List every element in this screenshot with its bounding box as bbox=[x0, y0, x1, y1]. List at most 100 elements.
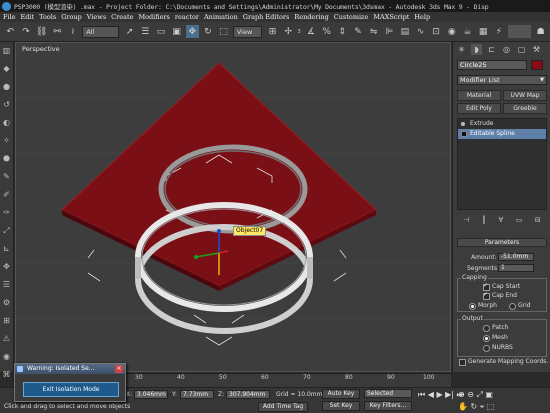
schematic-view-icon[interactable]: ⊡ bbox=[430, 25, 443, 38]
expand-box-icon[interactable] bbox=[461, 131, 467, 137]
spinner-snap-icon[interactable]: ⇕ bbox=[336, 25, 349, 38]
tool-paint-icon[interactable]: ✐ bbox=[2, 190, 12, 200]
menu-customize[interactable]: Customize bbox=[334, 13, 369, 21]
menu-reactor[interactable]: reactor bbox=[175, 13, 199, 21]
mesh-radio[interactable]: Mesh bbox=[483, 334, 508, 342]
show-end-result-icon[interactable]: ┃ bbox=[482, 216, 486, 224]
auto-key-button[interactable]: Auto Key bbox=[322, 389, 360, 399]
menu-tools[interactable]: Tools bbox=[39, 13, 56, 21]
tool-create-icon[interactable]: ▥ bbox=[2, 46, 12, 56]
menu-create[interactable]: Create bbox=[111, 13, 133, 21]
tool-cameras-icon[interactable]: ◐ bbox=[2, 118, 12, 128]
utilities-tab-icon[interactable]: ⚒ bbox=[531, 44, 542, 55]
remove-modifier-icon[interactable]: ▭ bbox=[516, 216, 523, 224]
percent-snap-icon[interactable]: % bbox=[320, 25, 333, 38]
amount-spinner[interactable]: -51.0mm bbox=[498, 253, 534, 261]
parameters-rollout[interactable]: Parameters bbox=[457, 238, 547, 247]
grid-radio[interactable]: Grid bbox=[509, 302, 531, 310]
cap-end-checkbox[interactable]: Cap End bbox=[483, 291, 517, 300]
angle-snap-icon[interactable]: ∡ bbox=[305, 25, 318, 38]
material-button[interactable]: Material bbox=[457, 90, 501, 101]
menu-file[interactable]: File bbox=[3, 13, 16, 21]
named-selection-icon[interactable]: ✎ bbox=[352, 25, 365, 38]
link-icon[interactable]: ⛓ bbox=[35, 25, 48, 38]
select-scale-icon[interactable]: ⬚ bbox=[217, 25, 230, 38]
menu-graph-editors[interactable]: Graph Editors bbox=[243, 13, 290, 21]
gen-mapping-checkbox[interactable]: Generate Mapping Coords. bbox=[459, 358, 548, 366]
selection-filter-dropdown[interactable]: All bbox=[82, 25, 120, 38]
nurbs-radio[interactable]: NURBS bbox=[483, 344, 513, 352]
tool-geometry-icon[interactable]: ● bbox=[2, 82, 12, 92]
menu-group[interactable]: Group bbox=[61, 13, 82, 21]
ref-coord-dropdown[interactable]: View bbox=[232, 25, 263, 38]
menu-help[interactable]: Help bbox=[414, 13, 430, 21]
render-setup-icon[interactable]: ☕ bbox=[461, 25, 474, 38]
tool-brush-icon[interactable]: ✑ bbox=[2, 208, 12, 218]
curve-editor-icon[interactable]: ∿ bbox=[414, 25, 427, 38]
y-coordinate-field[interactable]: 7.73mm bbox=[180, 390, 214, 399]
motion-tab-icon[interactable]: ◎ bbox=[501, 44, 512, 55]
menu-modifiers[interactable]: Modifiers bbox=[138, 13, 169, 21]
tool-measure-icon[interactable]: ⊾ bbox=[2, 244, 12, 254]
tool-list-icon[interactable]: ☰ bbox=[2, 280, 12, 290]
uvw-map-button[interactable]: UVW Map bbox=[503, 90, 547, 101]
material-editor-icon[interactable]: ◉ bbox=[445, 25, 458, 38]
perspective-viewport[interactable]: Perspective Object07 bbox=[15, 42, 451, 372]
select-rotate-icon[interactable]: ↻ bbox=[202, 25, 215, 38]
tool-cloth-icon[interactable]: ⌘ bbox=[2, 370, 12, 380]
add-time-tag-button[interactable]: Add Time Tag bbox=[258, 402, 308, 412]
snaps-toggle[interactable]: 3 bbox=[298, 29, 301, 35]
playback-controls-icon[interactable]: ⏮ ◀ ▶ ▶| ⏭ bbox=[418, 390, 464, 400]
modifier-bulb-icon[interactable] bbox=[461, 122, 465, 126]
create-tab-icon[interactable]: ✳ bbox=[456, 44, 467, 55]
align-icon[interactable]: ⊫ bbox=[383, 25, 396, 38]
tool-warn-icon[interactable]: ⚠ bbox=[2, 334, 12, 344]
morph-radio[interactable]: Morph bbox=[469, 302, 497, 310]
object-name-field[interactable]: Circle25 bbox=[457, 60, 527, 70]
key-selection-dropdown[interactable]: Selected bbox=[364, 389, 412, 398]
x-coordinate-field[interactable]: 3.046mm bbox=[134, 390, 168, 399]
key-filters-button[interactable]: Key Filters... bbox=[364, 401, 412, 411]
select-by-name-icon[interactable]: ☰ bbox=[139, 25, 152, 38]
render-production-icon[interactable]: ☗ bbox=[534, 25, 547, 38]
tool-move-icon[interactable]: ✥ bbox=[2, 262, 12, 272]
window-crossing-icon[interactable]: ▣ bbox=[170, 25, 183, 38]
make-unique-icon[interactable]: ∀ bbox=[499, 216, 504, 224]
tool-helpers-icon[interactable]: ⬣ bbox=[2, 154, 12, 164]
menu-rendering[interactable]: Rendering bbox=[294, 13, 328, 21]
tool-grid-icon[interactable]: ⊞ bbox=[2, 316, 12, 326]
layer-manager-icon[interactable]: ▤ bbox=[399, 25, 412, 38]
tool-ball-icon[interactable]: ◉ bbox=[2, 352, 12, 362]
object-color-swatch[interactable] bbox=[531, 60, 543, 70]
redo-icon[interactable]: ↷ bbox=[20, 25, 33, 38]
undo-icon[interactable]: ↶ bbox=[4, 25, 17, 38]
stack-item-extrude[interactable]: Extrude bbox=[458, 119, 546, 129]
viewport-label[interactable]: Perspective bbox=[22, 45, 60, 53]
menu-views[interactable]: Views bbox=[87, 13, 106, 21]
tool-lights-icon[interactable]: ✧ bbox=[2, 136, 12, 146]
tool-config-icon[interactable]: ⚙ bbox=[2, 298, 12, 308]
edit-poly-button[interactable]: Edit Poly bbox=[457, 103, 501, 114]
display-tab-icon[interactable]: ▢ bbox=[516, 44, 527, 55]
isolation-titlebar[interactable]: Warning: Isolated Se... × bbox=[15, 364, 125, 374]
hierarchy-tab-icon[interactable]: ⊏ bbox=[486, 44, 497, 55]
close-icon[interactable]: × bbox=[115, 365, 123, 373]
tool-cycle-icon[interactable]: ↺ bbox=[2, 100, 12, 110]
select-move-icon[interactable]: ✥ bbox=[185, 25, 199, 38]
z-coordinate-field[interactable]: 307.904mm bbox=[226, 390, 270, 399]
viewport-nav2-icon[interactable]: ✋ ↻ ⌖ ⬚ bbox=[458, 402, 494, 412]
pivot-center-icon[interactable]: ⊞ bbox=[266, 25, 279, 38]
patch-radio[interactable]: Patch bbox=[483, 324, 508, 332]
greeble-button[interactable]: Greeble bbox=[503, 103, 547, 114]
segments-spinner[interactable]: 1 bbox=[498, 264, 534, 272]
menu-animation[interactable]: Animation bbox=[204, 13, 238, 21]
menu-edit[interactable]: Edit bbox=[21, 13, 35, 21]
select-object-icon[interactable]: ➚ bbox=[123, 25, 136, 38]
render-frame-icon[interactable]: ▦ bbox=[477, 25, 490, 38]
mirror-icon[interactable]: ⇋ bbox=[367, 25, 380, 38]
select-manipulate-icon[interactable]: ✢ bbox=[282, 25, 295, 38]
exit-isolation-button[interactable]: Exit Isolation Mode bbox=[23, 382, 119, 397]
render-type-dropdown-icon[interactable] bbox=[508, 25, 532, 38]
stack-item-editable-spline[interactable]: Editable Spline bbox=[458, 129, 546, 139]
tool-shapes-icon[interactable]: ◆ bbox=[2, 64, 12, 74]
